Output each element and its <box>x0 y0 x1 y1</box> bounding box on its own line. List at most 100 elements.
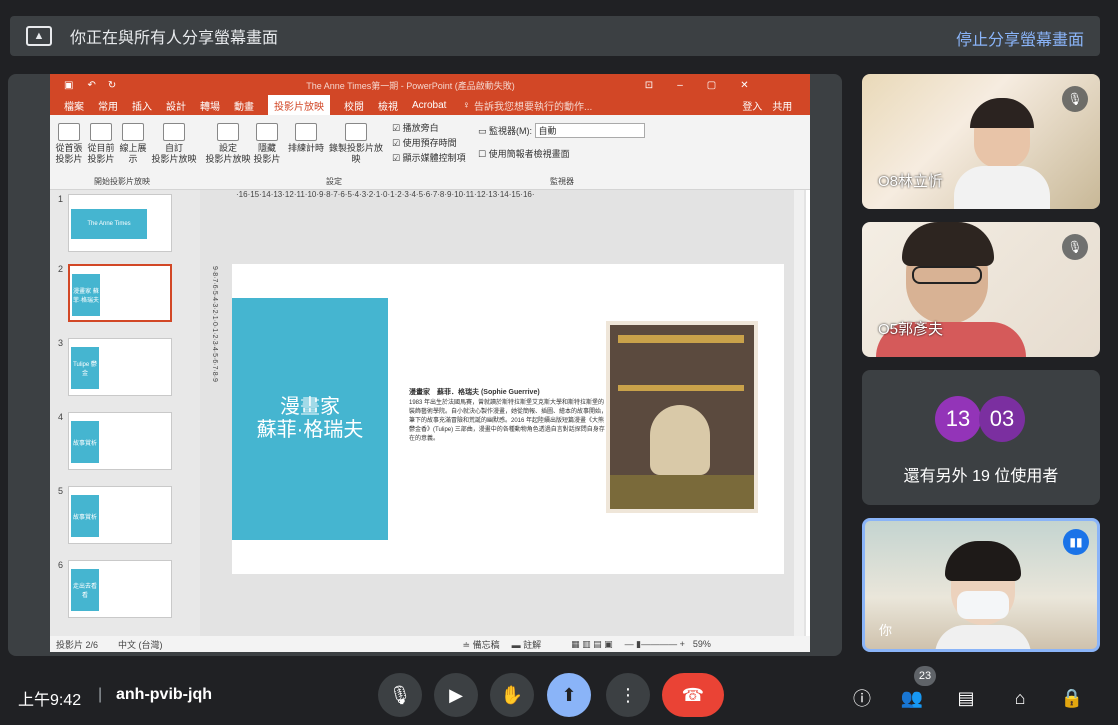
camera-icon: ▶ <box>449 684 463 705</box>
activities-button[interactable]: ⌂ <box>1006 686 1034 710</box>
window-title: The Anne Times第一期 - PowerPoint (產品啟動失敗) <box>306 80 515 91</box>
people-button[interactable]: 👥 <box>898 686 926 710</box>
rehearse-timings-button[interactable]: 排練計時 <box>286 123 326 154</box>
redo-icon[interactable]: ↻ <box>108 80 116 91</box>
raise-hand-button[interactable]: ✋ <box>490 673 534 717</box>
host-controls-button[interactable]: 🔒 <box>1058 686 1086 710</box>
tab-file[interactable]: 檔案 <box>64 98 84 113</box>
present-online-button[interactable]: 線上展 示 <box>118 123 148 165</box>
more-vert-icon: ⋮ <box>619 684 637 705</box>
chat-button[interactable]: ▤ <box>952 686 980 710</box>
tab-insert[interactable]: 插入 <box>132 98 152 113</box>
meeting-code: anh-pvib-jqh <box>116 686 212 703</box>
share-link[interactable]: 共用 <box>772 98 792 113</box>
more-options-button[interactable]: ⋮ <box>606 673 650 717</box>
tab-view[interactable]: 檢視 <box>378 98 398 113</box>
slide-thumbnail[interactable]: 故事賞析 <box>68 412 172 470</box>
slide-thumbnail-pane: 1 The Anne Times 2 漫畫家 蘇菲·格瑞夫 3 Tulipe 鬱… <box>50 190 200 636</box>
leave-call-button[interactable]: ☎ <box>662 673 724 717</box>
divider: | <box>98 686 103 703</box>
microphone-button[interactable]: 🎙 <box>378 673 422 717</box>
audio-level-icon: ▮▮ <box>1063 529 1089 555</box>
from-start-button[interactable]: 從首張 投影片 <box>54 123 84 165</box>
zoom-level: 59% <box>692 639 711 649</box>
minimize-icon[interactable]: – <box>677 80 683 91</box>
monitor-icon: ▭ <box>478 126 487 136</box>
sign-in-link[interactable]: 登入 <box>742 98 762 113</box>
slide-thumbnail-selected[interactable]: 漫畫家 蘇菲·格瑞夫 <box>68 264 172 322</box>
save-icon[interactable]: ▣ <box>64 80 73 91</box>
ribbon-options-icon[interactable]: ⊡ <box>645 80 653 91</box>
undo-icon[interactable]: ↶ <box>87 80 95 91</box>
slide-thumbnail[interactable]: Tulipe 鬱金 <box>68 338 172 396</box>
hide-slide-button[interactable]: 隱藏 投影片 <box>252 123 282 165</box>
zoom-slider[interactable]: — ▮———— + <box>625 639 685 650</box>
horizontal-ruler: ·16·15·14·13·12·11·10·9·8·7·6·5·4·3·2·1·… <box>236 190 535 199</box>
meeting-details-button[interactable]: ⓘ <box>848 686 876 710</box>
vertical-ruler: 9·8·7·6·5·4·3·2·1·0·1·2·3·4·5·6·7·8·9 <box>211 266 218 382</box>
setup-slideshow-icon <box>217 123 239 141</box>
presentation-area: ▣ ↶ ↻ The Anne Times第一期 - PowerPoint (產品… <box>8 74 842 656</box>
slide-editor: ·16·15·14·13·12·11·10·9·8·7·6·5·4·3·2·1·… <box>200 190 806 636</box>
participant-tile[interactable]: 🎙 O5郭彥夫 <box>862 222 1100 357</box>
meeting-time: 上午9:42 <box>18 692 82 709</box>
record-slideshow-button[interactable]: 錄製投影片放映 <box>326 123 386 165</box>
powerpoint-titlebar: ▣ ↶ ↻ The Anne Times第一期 - PowerPoint (產品… <box>50 74 810 96</box>
tab-slideshow[interactable]: 投影片放映 <box>268 95 330 116</box>
tab-design[interactable]: 設計 <box>166 98 186 113</box>
avatar: 13 <box>935 396 981 442</box>
camera-button[interactable]: ▶ <box>434 673 478 717</box>
group-label-start: 開始投影片放映 <box>94 177 150 186</box>
presenter-view-checkbox[interactable]: ☐ 使用簡報者檢視畫面 <box>478 147 570 160</box>
present-icon: ▲ <box>26 26 52 46</box>
slide-thumbnail[interactable]: 走出去看看 <box>68 560 172 618</box>
maximize-icon[interactable]: ▢ <box>707 80 716 91</box>
slide-body-text: 漫畫家 蘇菲．格瑞夫 (Sophie Guerrive) 1983 年出生於法國… <box>409 389 608 442</box>
people-count-badge: 23 <box>914 666 936 686</box>
stop-sharing-button[interactable]: 停止分享螢幕畫面 <box>956 26 1084 50</box>
monitor-dropdown[interactable]: 自動 <box>534 123 645 138</box>
record-icon <box>345 123 367 141</box>
tab-home[interactable]: 常用 <box>98 98 118 113</box>
setup-slideshow-button[interactable]: 設定 投影片放映 <box>204 123 252 165</box>
vertical-scrollbar[interactable] <box>794 190 804 636</box>
from-current-button[interactable]: 從目前 投影片 <box>86 123 116 165</box>
use-timings-checkbox[interactable]: ☑ 使用預存時間 <box>392 136 466 151</box>
present-icon: ⬆ <box>561 684 577 705</box>
play-narration-checkbox[interactable]: ☑ 播放旁白 <box>392 121 466 136</box>
hand-icon: ✋ <box>500 684 524 705</box>
comments-button[interactable]: ▬ 註解 <box>512 638 542 651</box>
self-view-tile[interactable]: ▮▮ 你 <box>862 518 1100 652</box>
ribbon-toolbar: 從首張 投影片 從目前 投影片 線上展 示 自訂 投影片放映 設定 投影片放映 … <box>50 115 810 190</box>
slide-thumbnail[interactable]: 故事賞析 <box>68 486 172 544</box>
present-online-icon <box>122 123 144 141</box>
slide-thumbnail[interactable]: The Anne Times <box>68 194 172 252</box>
current-slide[interactable]: 漫畫家 蘇菲·格瑞夫 漫畫家 蘇菲．格瑞夫 (Sophie Guerrive) … <box>232 264 784 574</box>
media-controls-checkbox[interactable]: ☑ 顯示媒體控制項 <box>392 151 466 166</box>
participant-name: O5郭彥夫 <box>878 321 944 338</box>
others-tile[interactable]: 13 03 還有另外 19 位使用者 <box>862 370 1100 505</box>
custom-slideshow-button[interactable]: 自訂 投影片放映 <box>150 123 198 165</box>
info-icon: ⓘ <box>853 689 871 709</box>
monitor-selector[interactable]: ▭ 監視器(M): 自動 <box>478 123 645 138</box>
notes-button[interactable]: ≐ 備忘稿 <box>463 638 500 651</box>
slideshow-current-icon <box>90 123 112 141</box>
slideshow-start-icon <box>58 123 80 141</box>
close-icon[interactable]: ✕ <box>740 80 748 91</box>
tab-review[interactable]: 校閱 <box>344 98 364 113</box>
present-button[interactable]: ⬆ <box>547 673 591 717</box>
tab-acrobat[interactable]: Acrobat <box>412 100 446 111</box>
slide-illustration <box>606 321 758 513</box>
tab-transitions[interactable]: 轉場 <box>200 98 220 113</box>
tab-animations[interactable]: 動畫 <box>234 98 254 113</box>
group-label-monitor: 監視器 <box>550 177 574 186</box>
slide-title-box: 漫畫家 蘇菲·格瑞夫 <box>232 298 388 540</box>
activities-icon: ⌂ <box>1014 687 1026 708</box>
lock-person-icon: 🔒 <box>1060 687 1084 708</box>
sharing-banner: ▲ 你正在與所有人分享螢幕畫面 停止分享螢幕畫面 <box>10 16 1100 56</box>
hide-slide-icon <box>256 123 278 141</box>
view-buttons[interactable]: ▦ ▥ ▤ ▣ <box>571 639 613 650</box>
stopwatch-icon <box>295 123 317 141</box>
participant-tile[interactable]: 🎙 O8林立忻 <box>862 74 1100 209</box>
tell-me-search[interactable]: 告訴我您想要執行的動作... <box>474 98 592 113</box>
